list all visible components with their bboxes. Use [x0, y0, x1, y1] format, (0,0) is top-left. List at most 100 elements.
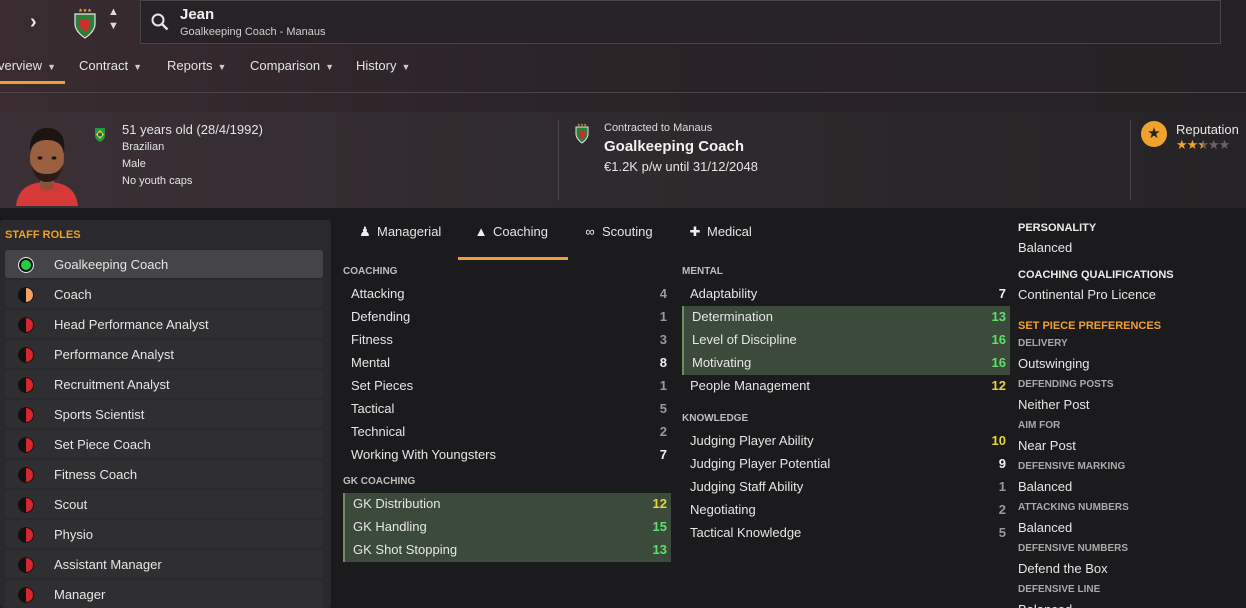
attribute-row[interactable]: Adaptability 7	[682, 283, 1010, 306]
attribute-row[interactable]: Judging Player Potential 9	[682, 453, 1010, 476]
attribute-row[interactable]: Mental 8	[343, 352, 671, 375]
staff-role-row[interactable]: Scout	[5, 490, 323, 518]
previous-arrow-icon[interactable]: ▲	[108, 6, 119, 18]
svg-text:★★★: ★★★	[78, 8, 92, 14]
staff-role-row[interactable]: Head Performance Analyst	[5, 310, 323, 338]
avatar[interactable]	[14, 118, 80, 206]
subtab-managerial[interactable]: ♟ Managerial	[357, 224, 441, 260]
staff-role-row[interactable]: Recruitment Analyst	[5, 370, 323, 398]
staff-role-label: Physio	[54, 527, 94, 542]
attribute-row[interactable]: People Management 12	[682, 375, 1010, 398]
attribute-name: Fitness	[351, 332, 393, 347]
subtab-scouting-label: Scouting	[602, 224, 653, 239]
medical-kit-icon: ✚	[689, 224, 701, 239]
attribute-row[interactable]: Set Pieces 1	[343, 375, 671, 398]
chevron-down-icon: ▼	[217, 62, 227, 72]
attribute-row[interactable]: Tactical Knowledge 5	[682, 522, 1010, 545]
attribute-name: Tactical	[351, 401, 395, 416]
attribute-row[interactable]: Defending 1	[343, 306, 671, 329]
reputation-star-icon: ★	[1197, 137, 1209, 152]
tab-overview-label: verview	[0, 58, 43, 73]
staff-role-row[interactable]: Assistant Manager	[5, 550, 323, 578]
attribute-name: Mental	[351, 355, 391, 370]
subtab-scouting[interactable]: ∞ Scouting	[582, 224, 653, 260]
staff-role-label: Set Piece Coach	[54, 437, 151, 452]
tab-comparison[interactable]: Comparison ▼	[250, 58, 334, 86]
staff-role-label: Head Performance Analyst	[54, 317, 209, 332]
attribute-row[interactable]: Judging Staff Ability 1	[682, 476, 1010, 499]
reputation-star-icon: ★	[1186, 137, 1199, 152]
chevron-down-icon: ▼	[133, 62, 143, 72]
brazil-flag-icon[interactable]	[94, 126, 106, 143]
knowledge-section-title: KNOWLEDGE	[682, 413, 749, 424]
staff-role-row[interactable]: Sports Scientist	[5, 400, 323, 428]
staff-role-row[interactable]: Fitness Coach	[5, 460, 323, 488]
reputation-star-icon: ★	[1207, 137, 1220, 152]
preference-value: Neither Post	[1018, 397, 1090, 412]
attribute-row[interactable]: GK Shot Stopping 13	[343, 539, 671, 562]
role-rating-icon	[18, 437, 34, 453]
attribute-row[interactable]: Fitness 3	[343, 329, 671, 352]
attribute-row[interactable]: GK Distribution 12	[343, 493, 671, 516]
youth-caps-text: No youth caps	[122, 175, 193, 187]
chevron-right-icon[interactable]: ›	[30, 11, 37, 34]
attribute-row[interactable]: Motivating 16	[682, 352, 1010, 375]
subtab-coaching-label: Coaching	[493, 224, 548, 239]
club-crest-icon[interactable]: ★★★	[574, 122, 590, 144]
attribute-name: GK Handling	[353, 519, 427, 534]
gk-coaching-section-title: GK COACHING	[343, 476, 416, 487]
staff-role-row[interactable]: Coach	[5, 280, 323, 308]
staff-role-row[interactable]: Manager	[5, 580, 323, 608]
personality-title: PERSONALITY	[1018, 222, 1097, 234]
attribute-name: Attacking	[351, 286, 405, 301]
tab-contract[interactable]: Contract ▼	[79, 58, 142, 86]
preference-label: DEFENSIVE LINE	[1018, 584, 1101, 595]
staff-role-label: Goalkeeping Coach	[54, 257, 169, 272]
search-icon	[151, 13, 169, 31]
staff-role-row[interactable]: Set Piece Coach	[5, 430, 323, 458]
role-rating-icon	[18, 587, 34, 603]
attribute-name: Judging Staff Ability	[690, 479, 804, 494]
attribute-row[interactable]: Judging Player Ability 10	[682, 430, 1010, 453]
star-icon: ★	[1141, 121, 1167, 147]
tab-reports[interactable]: Reports ▼	[167, 58, 226, 86]
next-arrow-icon[interactable]: ▼	[108, 20, 119, 32]
reputation-label: Reputation	[1176, 122, 1239, 137]
contract-wage: €1.2K p/w until 31/12/2048	[604, 159, 758, 174]
attribute-row[interactable]: Technical 2	[343, 421, 671, 444]
attribute-row[interactable]: Determination 13	[682, 306, 1010, 329]
attribute-value: 7	[998, 286, 1006, 301]
attribute-row[interactable]: Level of Discipline 16	[682, 329, 1010, 352]
age-text: 51 years old (28/4/1992)	[122, 122, 263, 137]
staff-role-row[interactable]: Physio	[5, 520, 323, 548]
attribute-row[interactable]: Negotiating 2	[682, 499, 1010, 522]
attribute-name: Set Pieces	[351, 378, 414, 393]
attribute-row[interactable]: Working With Youngsters 7	[343, 444, 671, 467]
preference-label: ATTACKING NUMBERS	[1018, 502, 1129, 513]
divider	[0, 92, 1246, 93]
staff-roles-title: STAFF ROLES	[5, 229, 81, 241]
personality-value: Balanced	[1018, 240, 1073, 255]
tab-history[interactable]: History ▼	[356, 58, 410, 86]
subtab-medical[interactable]: ✚ Medical	[687, 224, 752, 260]
attribute-row[interactable]: GK Handling 15	[343, 516, 671, 539]
preference-label: AIM FOR	[1018, 420, 1061, 431]
role-rating-icon	[18, 377, 34, 393]
club-crest-icon[interactable]: ★★★	[72, 6, 98, 40]
active-subtab-indicator	[458, 257, 568, 260]
contract-role: Goalkeeping Coach	[604, 138, 745, 155]
profile-header: 51 years old (28/4/1992) Brazilian Male …	[0, 112, 1246, 208]
staff-role-label: Performance Analyst	[54, 347, 174, 362]
role-rating-icon	[18, 497, 34, 513]
staff-role-label: Fitness Coach	[54, 467, 138, 482]
attribute-row[interactable]: Tactical 5	[343, 398, 671, 421]
managerial-icon: ♟	[359, 224, 371, 239]
attribute-row[interactable]: Attacking 4	[343, 283, 671, 306]
search-bar[interactable]: Jean Goalkeeping Coach - Manaus	[140, 0, 1221, 44]
role-rating-icon	[18, 257, 34, 273]
qualification-value: Continental Pro Licence	[1018, 287, 1157, 302]
subtab-coaching[interactable]: ▲ Coaching	[473, 224, 548, 260]
staff-role-row[interactable]: Goalkeeping Coach	[5, 250, 323, 278]
staff-role-row[interactable]: Performance Analyst	[5, 340, 323, 368]
coaching-icon: ▲	[474, 224, 488, 239]
